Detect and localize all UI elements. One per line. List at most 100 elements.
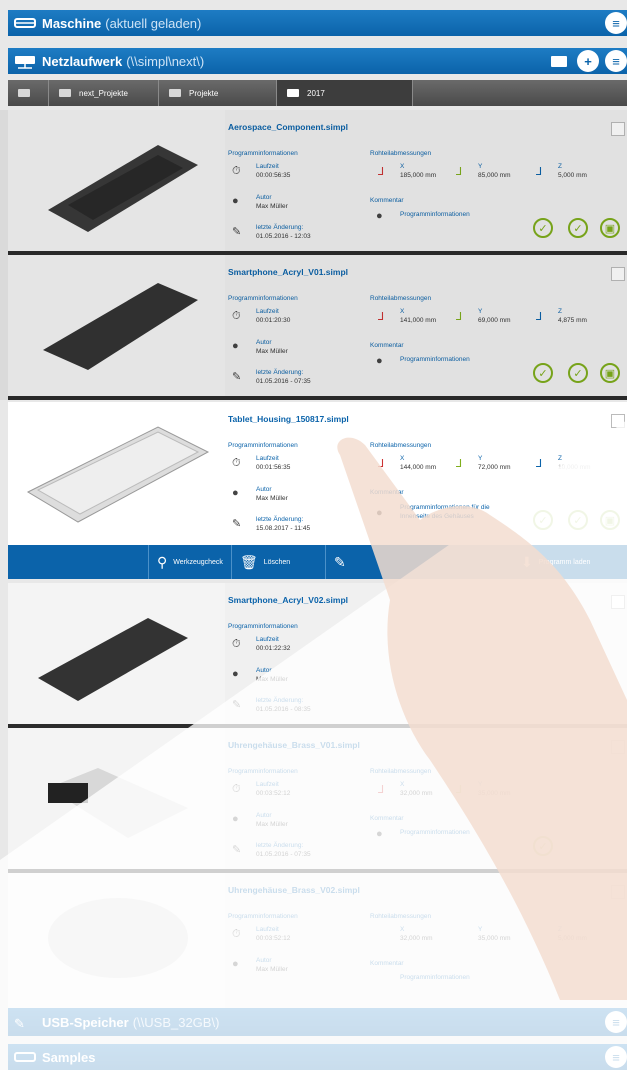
comment-icon: ●	[376, 507, 383, 519]
unlock-icon[interactable]: ▣	[600, 218, 620, 238]
file-card[interactable]: Smartphone_Acryl_V02.simpl Programminfor…	[8, 583, 627, 728]
comment-icon: ●	[376, 828, 383, 840]
samples-title: Samples	[42, 1049, 96, 1065]
axis-x-label: X	[400, 163, 405, 170]
author-value: Max Müller	[256, 348, 288, 355]
edit-button[interactable]: ✎	[324, 545, 513, 579]
breadcrumb-home[interactable]	[8, 80, 49, 106]
select-checkbox[interactable]	[611, 414, 625, 428]
network-bar[interactable]: Netzlaufwerk (\\simpl\next\) + ≡	[8, 48, 627, 74]
select-checkbox[interactable]	[611, 122, 625, 136]
breadcrumb-item-current[interactable]: 2017	[277, 80, 413, 106]
x-value: 185,000 mm	[400, 172, 437, 179]
toolcheck-ok-icon[interactable]: ✓	[533, 510, 553, 530]
programminfo-heading: Programminformationen	[228, 150, 298, 157]
programminfo-heading: Programminformationen	[228, 913, 298, 920]
runtime-label: Laufzeit	[256, 926, 279, 933]
breadcrumb-item[interactable]: Projekte	[159, 80, 277, 106]
last-change-value: 01.05.2016 - 07:35	[256, 851, 311, 858]
stopwatch-icon: ⏱	[232, 457, 241, 469]
edit-icon: ✎	[232, 844, 242, 856]
runtime-value: 00:01:22:32	[256, 645, 291, 652]
toolcheck-ok-icon[interactable]: ✓	[533, 218, 553, 238]
add-icon[interactable]: +	[577, 50, 599, 72]
axis-x-icon: ⅃	[378, 166, 385, 178]
y-value: 35,000 mm	[478, 790, 511, 797]
raw-heading: Rohteilabmessungen	[370, 768, 432, 775]
runtime-value: 00:00:56:35	[256, 172, 291, 179]
breadcrumb-item[interactable]: next_Projekte	[49, 80, 159, 106]
checklist-icon[interactable]: ✓	[568, 218, 588, 238]
last-change-value: 01.05.2016 - 08:35	[256, 706, 311, 713]
programminfo-heading: Programminformationen	[228, 295, 298, 302]
last-change-label: letzte Änderung:	[256, 697, 304, 704]
toolcheck-ok-icon[interactable]: ✓	[533, 836, 553, 856]
runtime-label: Laufzeit	[256, 163, 279, 170]
comment-value: Programminformationen	[400, 974, 470, 981]
z-value: 5,000 mm	[558, 172, 587, 179]
network-title: Netzlaufwerk	[42, 53, 123, 69]
toolcheck-button[interactable]: ⚲ Werkzeugcheck	[148, 545, 231, 579]
z-value: 4,875 mm	[558, 317, 587, 324]
checklist-icon[interactable]: ✓	[568, 510, 588, 530]
file-card[interactable]: Smartphone_Acryl_V01.simpl Programminfor…	[8, 255, 627, 400]
unlock-icon[interactable]: ▣	[600, 510, 620, 530]
new-folder-icon[interactable]	[551, 55, 567, 67]
comment-value: Programminformationen für die Innenseite…	[400, 504, 490, 520]
usb-bar[interactable]: ✎ USB-Speicher (\\USB_32GB\) ≡	[8, 1008, 627, 1036]
file-name: Aerospace_Component.simpl	[228, 122, 348, 132]
axis-y-icon: ⅃	[456, 311, 463, 323]
machine-menu-icon[interactable]: ≡	[605, 12, 627, 34]
select-checkbox[interactable]	[611, 885, 625, 899]
samples-menu-icon[interactable]: ≡	[605, 1046, 627, 1068]
author-value: Max Müller	[256, 203, 288, 210]
author-label: Autor	[256, 194, 272, 201]
unlock-icon[interactable]: ▣	[600, 363, 620, 383]
x-value: 32,000 mm	[400, 935, 433, 942]
author-value: Max Müller	[256, 495, 288, 502]
file-name: Smartphone_Acryl_V02.simpl	[228, 595, 348, 605]
file-name: Uhrengehäuse_Brass_V02.simpl	[228, 885, 360, 895]
axis-z-label: Z	[558, 163, 562, 170]
samples-bar[interactable]: Samples ≡	[8, 1044, 627, 1070]
file-card[interactable]: Uhrengehäuse_Brass_V01.simpl Programminf…	[8, 728, 627, 873]
select-checkbox[interactable]	[611, 740, 625, 754]
axis-z-icon: ⅃	[536, 166, 543, 178]
select-checkbox[interactable]	[611, 267, 625, 281]
y-value: 35,000 mm	[478, 935, 511, 942]
axis-z-label: Z	[558, 926, 562, 933]
toolcheck-ok-icon[interactable]: ✓	[533, 363, 553, 383]
y-value: 72,000 mm	[478, 464, 511, 471]
x-value: 144,000 mm	[400, 464, 437, 471]
axis-z-label: Z	[558, 455, 562, 462]
select-checkbox[interactable]	[611, 595, 625, 609]
axis-y-label: Y	[478, 781, 483, 788]
network-menu-icon[interactable]: ≡	[605, 50, 627, 72]
folder-open-icon	[287, 89, 299, 97]
file-name: Uhrengehäuse_Brass_V01.simpl	[228, 740, 360, 750]
x-value: 32,000 mm	[400, 790, 433, 797]
checklist-icon[interactable]: ✓	[568, 363, 588, 383]
runtime-label: Laufzeit	[256, 308, 279, 315]
stopwatch-icon: ⏱	[232, 783, 241, 795]
machine-bar[interactable]: Maschine (aktuell geladen) ≡	[8, 10, 627, 36]
last-change-value: 15.08.2017 - 11:45	[256, 525, 311, 532]
file-info: Uhrengehäuse_Brass_V01.simpl Programminf…	[228, 728, 627, 869]
file-card[interactable]: Aerospace_Component.simpl Programminform…	[8, 110, 627, 255]
file-thumbnail	[8, 728, 225, 869]
usb-icon: ✎	[14, 1016, 25, 1031]
file-card[interactable]: Uhrengehäuse_Brass_V02.simpl Programminf…	[8, 873, 627, 1008]
usb-title: USB-Speicher	[42, 1014, 129, 1030]
edit-icon: ✎	[232, 518, 242, 530]
axis-y-label: Y	[478, 455, 483, 462]
delete-button[interactable]: 🗑 Löschen	[230, 545, 325, 579]
comment-heading: Kommentar	[370, 489, 404, 496]
folder-icon	[59, 89, 71, 97]
file-card-selected[interactable]: Tablet_Housing_150817.simpl Programminfo…	[8, 402, 627, 545]
raw-heading: Rohteilabmessungen	[370, 442, 432, 449]
usb-menu-icon[interactable]: ≡	[605, 1011, 627, 1033]
edit-doc-icon: ✎	[333, 553, 346, 570]
file-manager-page: Maschine (aktuell geladen) ≡ Netzlaufwer…	[0, 0, 627, 1070]
load-program-button[interactable]: ⬇ Programm laden	[513, 545, 598, 579]
author-label: Autor	[256, 339, 272, 346]
